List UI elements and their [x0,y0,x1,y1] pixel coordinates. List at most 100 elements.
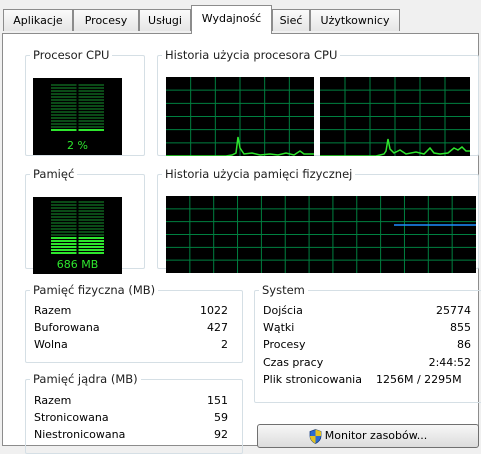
memory-gauge-segment [51,204,77,206]
kernel-memory-title: Pamięć jądra (MB) [33,372,138,386]
memory-gauge-segment [78,252,104,254]
tab-users[interactable]: Użytkownicy [310,9,400,31]
kernel-memory-value: 59 [214,411,228,424]
physical-memory-title: Pamięć fizyczna (MB) [33,283,156,297]
memory-gauge-segment [78,204,104,206]
cpu-gauge-segment [78,84,104,86]
cpu-gauge-segment [51,93,77,95]
cpu-usage-title: Procesor CPU [33,48,110,62]
physical-memory-label: Razem [34,304,72,317]
memory-gauge-segment [78,234,104,236]
cpu-gauge-segment [78,129,104,131]
cpu-gauge-segment [78,114,104,116]
system-group: System Dojścia 25774 Wątki 855 Procesy 8… [254,283,481,403]
memory-gauge-segment [78,210,104,212]
system-value: 2:44:52 [428,356,471,369]
cpu-gauge-segment [51,99,77,101]
kernel-memory-label: Stronicowana [34,411,109,424]
memory-usage-group: Pamięć 686 MB [25,167,145,274]
memory-gauge-segment [78,225,104,227]
cpu-gauge-segment [51,117,77,119]
cpu-history-graph-core-2 [320,77,470,156]
system-label: Dojścia [263,304,303,317]
tab-processes[interactable]: Procesy [73,9,139,31]
kernel-memory-value: 92 [214,428,228,441]
memory-gauge-segment [51,234,77,236]
memory-gauge-segment [51,207,77,209]
tab-applications[interactable]: Aplikacje [3,9,73,31]
cpu-gauge-segment [78,93,104,95]
cpu-usage-bars [51,84,104,131]
memory-gauge-segment [51,237,77,239]
cpu-gauge-segment [78,87,104,89]
cpu-gauge-segment [51,96,77,98]
memory-gauge-segment [78,240,104,242]
kernel-memory-label: Niestronicowana [34,428,126,441]
memory-gauge-segment [78,231,104,233]
cpu-history-graph-core-1 [166,77,314,156]
memory-gauge-segment [78,222,104,224]
memory-gauge-segment [51,213,77,215]
cpu-gauge-segment [78,126,104,128]
memory-gauge-segment [51,243,77,245]
cpu-gauge-segment [78,102,104,104]
memory-gauge-segment [51,228,77,230]
memory-gauge-segment [78,237,104,239]
memory-history-title: Historia użycia pamięci fizycznej [165,167,353,181]
cpu-history-group: Historia użycia procesora CPU [157,48,479,156]
memory-gauge-segment [78,219,104,221]
system-value: 25774 [436,304,471,317]
cpu-gauge-segment [78,90,104,92]
cpu-gauge-segment [51,87,77,89]
memory-gauge-segment [78,243,104,245]
memory-history-group: Historia użycia pamięci fizycznej [157,167,479,273]
system-label: Plik stronicowania [263,373,362,386]
cpu-gauge-segment [78,120,104,122]
cpu-gauge-segment [51,129,77,131]
resource-monitor-label: Monitor zasobów... [324,429,428,442]
memory-history-graph [166,196,476,273]
tab-network[interactable]: Sieć [272,9,310,31]
memory-gauge-segment [51,201,77,203]
memory-gauge-segment [51,240,77,242]
cpu-gauge-segment [78,108,104,110]
cpu-history-title: Historia użycia procesora CPU [165,48,338,62]
system-title: System [262,283,305,297]
kernel-memory-group: Pamięć jądra (MB) Razem 151 Stronicowana… [25,372,243,454]
tab-strip: Aplikacje Procesy Usługi Wydajność Sieć … [0,0,481,34]
uac-shield-icon [309,428,322,444]
memory-gauge-segment [51,219,77,221]
system-label: Wątki [263,321,295,334]
memory-gauge-segment [51,210,77,212]
memory-gauge-segment [51,222,77,224]
cpu-gauge-segment [51,111,77,113]
cpu-gauge-segment [51,102,77,104]
cpu-gauge-segment [78,123,104,125]
resource-monitor-button[interactable]: Monitor zasobów... [257,424,479,448]
kernel-memory-value: 151 [207,394,228,407]
system-value: 86 [457,338,471,351]
cpu-gauge-segment [78,105,104,107]
memory-gauge-segment [78,246,104,248]
memory-gauge-segment [51,246,77,248]
memory-gauge-segment [78,216,104,218]
system-label: Czas pracy [263,356,324,369]
memory-usage-gauge: 686 MB [33,197,122,274]
memory-gauge-segment [51,231,77,233]
tab-performance[interactable]: Wydajność [191,5,272,34]
cpu-gauge-segment [51,114,77,116]
kernel-memory-label: Razem [34,394,72,407]
memory-gauge-segment [78,228,104,230]
cpu-gauge-segment [51,108,77,110]
tab-services[interactable]: Usługi [139,9,191,31]
system-value: 1256M / 2295M [376,373,462,386]
cpu-gauge-segment [78,96,104,98]
system-value: 855 [450,321,471,334]
memory-gauge-segment [51,249,77,251]
memory-gauge-segment [78,207,104,209]
physical-memory-label: Buforowana [34,321,100,334]
physical-memory-label: Wolna [34,338,68,351]
cpu-gauge-segment [51,90,77,92]
physical-memory-value: 427 [207,321,228,334]
memory-usage-title: Pamięć [33,167,75,181]
